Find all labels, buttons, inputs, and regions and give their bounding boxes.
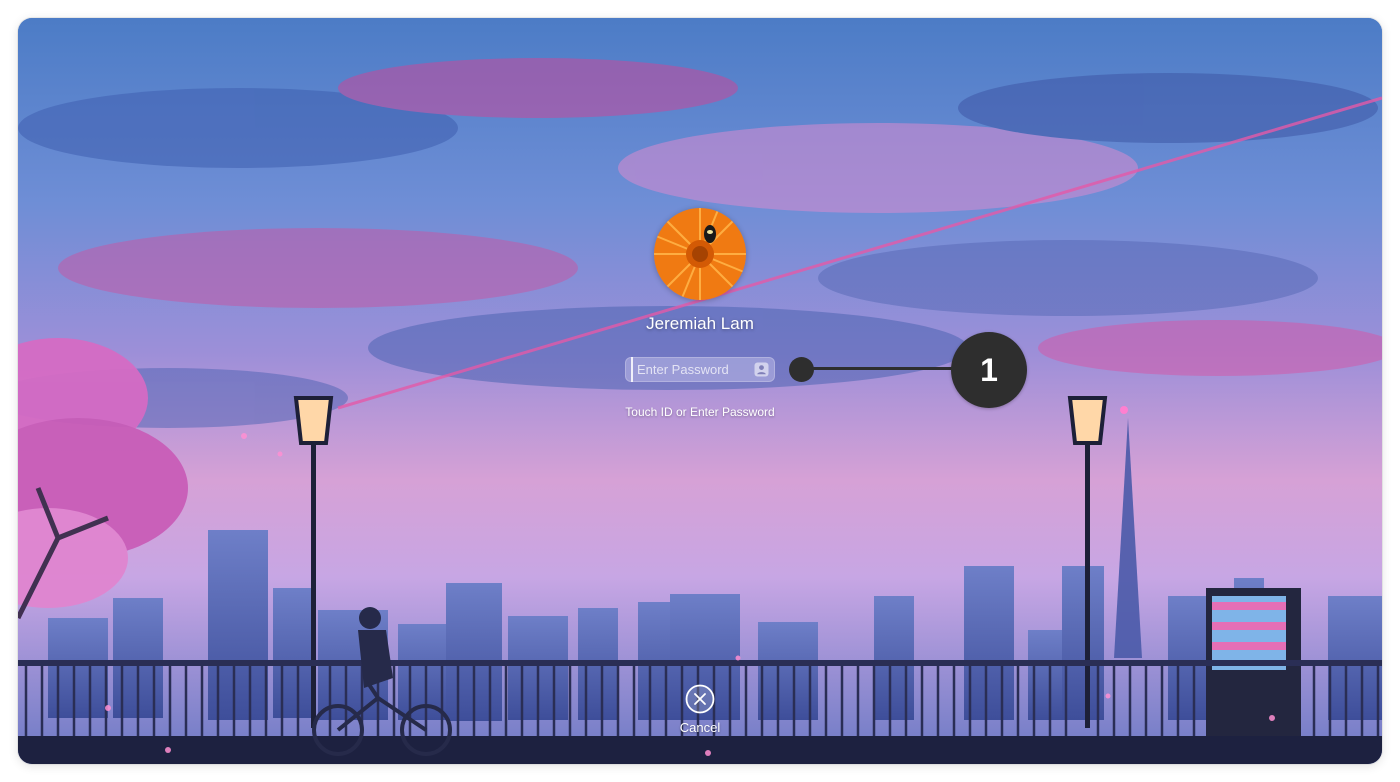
password-field[interactable] [625,357,775,382]
user-avatar[interactable] [654,208,746,300]
login-panel: Jeremiah Lam Touch ID or Enter Password [550,208,850,438]
lock-screen: Jeremiah Lam Touch ID or Enter Password … [18,18,1382,764]
cancel-button[interactable]: Cancel [666,682,734,742]
user-name: Jeremiah Lam [646,314,754,333]
contact-card-icon[interactable] [754,362,769,377]
password-input[interactable] [631,357,753,382]
flower-avatar-image [654,208,746,300]
touch-id-hint: Touch ID or Enter Password [625,405,775,419]
cancel-label: Cancel [679,720,721,735]
close-circle-icon [685,684,715,714]
callout-badge: 1 [951,332,1027,408]
callout-line [802,367,972,370]
callout-dot [789,357,814,382]
